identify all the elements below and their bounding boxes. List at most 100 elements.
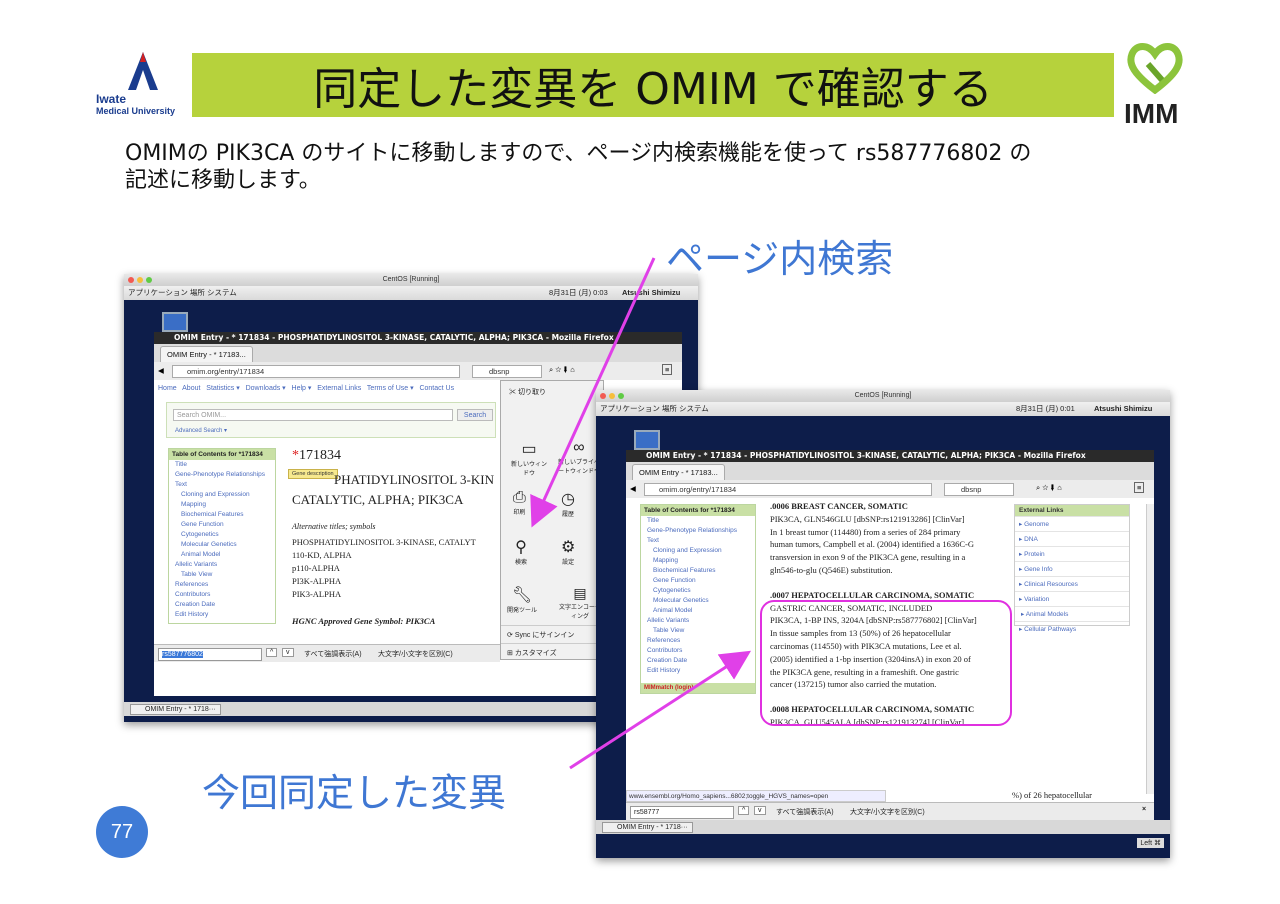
find-prev-button[interactable]: ^ [266, 648, 278, 657]
find-close-icon[interactable]: × [1142, 806, 1146, 813]
nav-home[interactable]: Home [158, 385, 177, 392]
toc-item[interactable]: Edit History [175, 610, 275, 620]
taskbar-firefox[interactable]: OMIM Entry - * 1718··· [130, 704, 221, 715]
nav-contact[interactable]: Contact Us [419, 385, 454, 392]
toc-item[interactable]: Contributors [175, 590, 275, 600]
nav-external-links[interactable]: External Links [317, 385, 361, 392]
external-link-item[interactable]: ▸ Animal Models [1015, 606, 1129, 621]
menu-history[interactable]: ◷ 履歴 [561, 489, 575, 518]
gnome-panel: アプリケーション 場所 システム 8月31日 (月) 0:03 Atsushi … [124, 286, 698, 300]
url-bar[interactable]: omim.org/entry/171834 [172, 365, 460, 378]
find-input[interactable]: rs58777 [630, 806, 734, 819]
toc-item[interactable]: Title [175, 460, 275, 470]
toc-item[interactable]: Biochemical Features [175, 510, 275, 520]
find-highlight-all[interactable]: すべて強調表示(A) [304, 649, 362, 659]
url-bar[interactable]: omim.org/entry/171834 [644, 483, 932, 496]
external-link-item[interactable]: ▸ Clinical Resources [1015, 576, 1129, 591]
back-icon[interactable]: ◀ [630, 484, 636, 493]
external-link-item[interactable]: ▸ Protein [1015, 546, 1129, 561]
toc-item[interactable]: Animal Model [175, 550, 275, 560]
toc-item[interactable]: Title [647, 516, 755, 526]
external-link-item[interactable]: ▸ Gene Info [1015, 561, 1129, 576]
toc-item[interactable]: Mapping [647, 556, 755, 566]
page-scrollbar[interactable] [1146, 504, 1154, 794]
menu-cut[interactable]: ✂ 切り取り [509, 387, 546, 397]
find-match-case[interactable]: 大文字/小文字を区別(C) [850, 807, 925, 817]
omim-search-input[interactable]: Search OMIM... [173, 409, 453, 421]
toc-item[interactable]: Edit History [647, 666, 755, 676]
gnome-menu[interactable]: アプリケーション 場所 システム [128, 288, 237, 297]
menu-sync[interactable]: ⟳ Sync にサインイン [501, 625, 605, 643]
computer-desktop-icon[interactable] [162, 312, 188, 332]
toolbar-icons[interactable]: ⌕ ☆ ⬇ ⌂ [549, 365, 575, 375]
toc-item[interactable]: Gene Function [647, 576, 755, 586]
external-link-item[interactable]: ▸ Variation [1015, 591, 1129, 606]
back-icon[interactable]: ◀ [158, 366, 164, 375]
toc-item[interactable]: Allelic Variants [647, 616, 755, 626]
find-bar: rs587776802 ^ v すべて強調表示(A) 大文字/小文字を区別(C) [154, 644, 500, 662]
search-icon: ⚲ [515, 539, 527, 556]
mimmatch-link[interactable]: MIMmatch (login) [641, 683, 755, 693]
toc-item[interactable]: Cloning and Expression [175, 490, 275, 500]
toc-item[interactable]: Gene Function [175, 520, 275, 530]
toc-item[interactable]: Allelic Variants [175, 560, 275, 570]
menu-new-window[interactable]: ▭ 新しいウィンドウ [509, 439, 549, 477]
toc-item[interactable]: Animal Model [647, 606, 755, 616]
toc-item[interactable]: Text [175, 480, 275, 490]
menu-print[interactable]: ⎙ 印刷 [513, 489, 526, 516]
hamburger-menu-icon[interactable]: ≡ [1134, 482, 1145, 493]
toc-item[interactable]: Gene-Phenotype Relationships [647, 526, 755, 536]
menu-dev-tools[interactable]: 🔧︎ 開発ツール [507, 585, 537, 614]
external-link-item[interactable]: ▸ Cellular Pathways [1015, 621, 1129, 636]
search-engine-box[interactable]: dbsnp [472, 365, 542, 378]
menu-find[interactable]: ⚲ 検索 [515, 537, 527, 566]
external-link-item[interactable]: ▸ DNA [1015, 531, 1129, 546]
toc-item[interactable]: Mapping [175, 500, 275, 510]
nav-help[interactable]: Help ▾ [292, 385, 312, 392]
toc-item[interactable]: References [175, 580, 275, 590]
toolbar-icons[interactable]: ⌕ ☆ ⬇ ⌂ [1036, 483, 1062, 493]
omim-search-button[interactable]: Search [457, 409, 493, 421]
tab-omim[interactable]: OMIM Entry - * 17183... [160, 346, 253, 362]
find-next-button[interactable]: v [282, 648, 294, 657]
toc-item[interactable]: References [647, 636, 755, 646]
toc-item[interactable]: Biochemical Features [647, 566, 755, 576]
taskbar-firefox[interactable]: OMIM Entry - * 1718··· [602, 822, 693, 833]
toc-item[interactable]: Text [647, 536, 755, 546]
external-link-item[interactable]: ▸ Genome [1015, 516, 1129, 531]
omim-page: Table of Contents for *171834 Title Gene-… [626, 498, 1154, 802]
menu-private-window[interactable]: ∞ 新しいプライベートウィンドウ [557, 439, 601, 475]
nav-terms[interactable]: Terms of Use ▾ [367, 385, 414, 392]
search-engine-box[interactable]: dbsnp [944, 483, 1014, 496]
computer-desktop-icon[interactable] [634, 430, 660, 450]
menu-settings[interactable]: ⚙ 設定 [561, 537, 575, 566]
entry-number: *171834 [292, 448, 341, 463]
toc-panel: Table of Contents for *171834 Title Gene-… [640, 504, 756, 694]
find-input[interactable]: rs587776802 [158, 648, 262, 661]
toc-item[interactable]: Molecular Genetics [175, 540, 275, 550]
toc-item[interactable]: Cloning and Expression [647, 546, 755, 556]
toc-item[interactable]: Table View [175, 570, 275, 580]
tab-omim[interactable]: OMIM Entry - * 17183... [632, 464, 725, 480]
menu-customize[interactable]: ⊞ カスタマイズ [501, 643, 605, 661]
hamburger-menu-icon[interactable]: ≡ [662, 364, 673, 375]
nav-about[interactable]: About [182, 385, 200, 392]
toc-item[interactable]: Cytogenetics [175, 530, 275, 540]
toc-item[interactable]: Creation Date [175, 600, 275, 610]
find-next-button[interactable]: v [754, 806, 766, 815]
find-prev-button[interactable]: ^ [738, 806, 750, 815]
toc-item[interactable]: Table View [647, 626, 755, 636]
toc-item[interactable]: Creation Date [647, 656, 755, 666]
toc-item[interactable]: Contributors [647, 646, 755, 656]
find-match-case[interactable]: 大文字/小文字を区別(C) [378, 649, 453, 659]
find-highlight-all[interactable]: すべて強調表示(A) [776, 807, 834, 817]
advanced-search-link[interactable]: Advanced Search ▾ [175, 427, 227, 434]
nav-downloads[interactable]: Downloads ▾ [246, 385, 286, 392]
gnome-menu[interactable]: アプリケーション 場所 システム [600, 404, 709, 413]
toc-item[interactable]: Gene-Phenotype Relationships [175, 470, 275, 480]
find-bar: rs58777 ^ v すべて強調表示(A) 大文字/小文字を区別(C) × [626, 802, 1154, 820]
nav-statistics[interactable]: Statistics ▾ [206, 385, 239, 392]
toc-item[interactable]: Cytogenetics [647, 586, 755, 596]
toc-item[interactable]: Molecular Genetics [647, 596, 755, 606]
external-links-header: External Links [1015, 505, 1129, 516]
